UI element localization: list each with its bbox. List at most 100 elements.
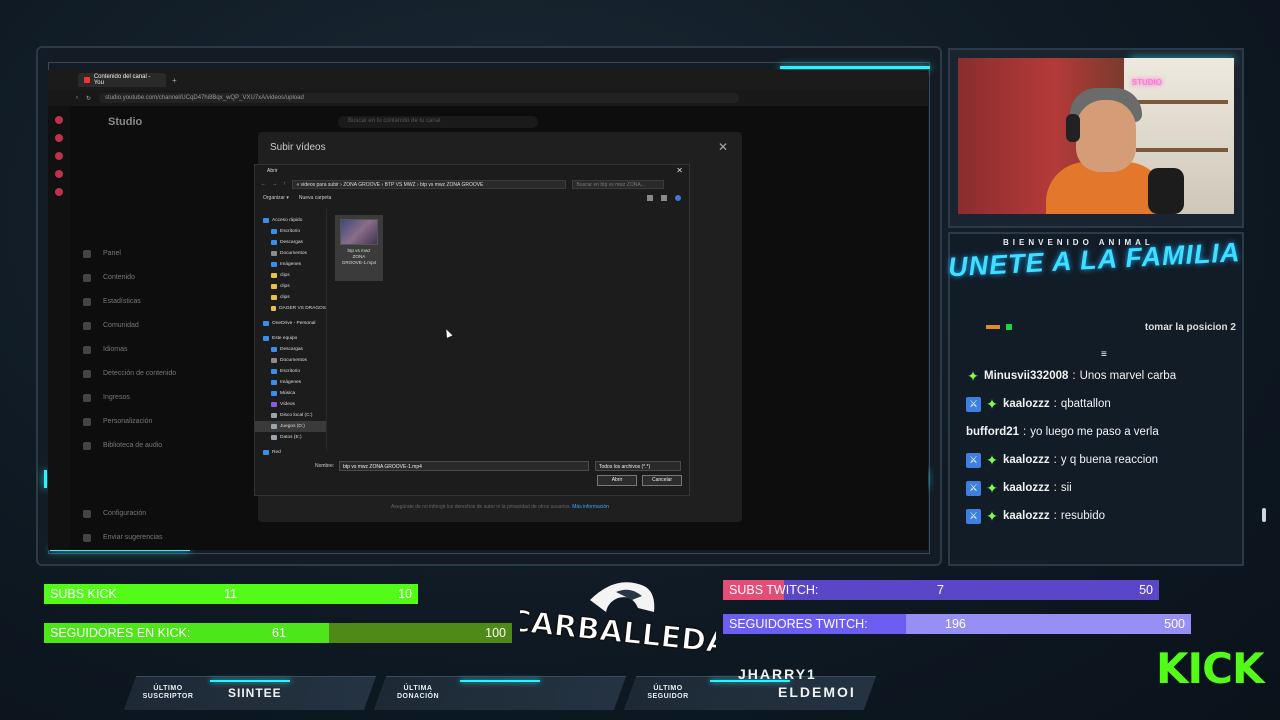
brand-text: CARBALLEDA bbox=[520, 604, 716, 662]
organize-button[interactable]: Organizar ▾ bbox=[263, 195, 289, 201]
nav-tree-item[interactable]: Este equipo bbox=[255, 333, 326, 344]
view-options-icon[interactable] bbox=[647, 195, 653, 201]
nav-tree-item[interactable]: Descargas bbox=[255, 344, 326, 355]
folder-icon bbox=[271, 229, 277, 234]
studio-menu-item[interactable]: Contenido bbox=[83, 274, 176, 282]
back-arrow-icon[interactable]: ← bbox=[261, 181, 266, 187]
nav-tree-item[interactable]: Escritorio bbox=[255, 366, 326, 377]
dialog-nav-bar: ← → ↑ « videos para subir › ZONA GROOVE … bbox=[255, 177, 689, 191]
studio-menu-label: Detección de contenido bbox=[103, 370, 177, 377]
scrollbar[interactable] bbox=[1262, 508, 1266, 522]
dialog-path-field[interactable]: « videos para subir › ZONA GROOVE › BTP … bbox=[291, 179, 566, 189]
nav-tree-item[interactable]: Imágenes bbox=[255, 377, 326, 388]
filetype-select[interactable]: Todos los archivos (*.*) bbox=[595, 461, 681, 471]
studio-menu-item[interactable]: Estadísticas bbox=[83, 298, 176, 306]
dialog-search-input[interactable]: Buscar en btp vs mwz ZONA... bbox=[571, 179, 664, 189]
scroll-down-icon[interactable]: ≡ bbox=[1101, 349, 1107, 360]
last-follower-label-1: ÚLTIMO bbox=[653, 685, 683, 692]
kick-logo: KICK bbox=[1156, 644, 1265, 693]
nav-tree-item[interactable]: OneDrive - Personal bbox=[255, 318, 326, 329]
nav-tree-item[interactable]: clips bbox=[255, 292, 326, 303]
video-file-tile[interactable]: btp vs mwz ZONA GROOVE-1.mp4 bbox=[335, 215, 383, 281]
moderator-badge-icon: ⚔ bbox=[966, 452, 981, 468]
more-info-link[interactable]: Más información bbox=[572, 504, 609, 510]
forward-arrow-icon[interactable]: → bbox=[272, 181, 277, 187]
last-sub-label: ÚLTIMO SUSCRIPTOR bbox=[138, 685, 198, 701]
nav-tree-label: Imágenes bbox=[280, 262, 302, 267]
studio-menu-item[interactable]: Comunidad bbox=[83, 322, 176, 330]
nav-tree-label: Escritorio bbox=[280, 229, 300, 234]
nav-tree-item[interactable]: Descargas bbox=[255, 237, 326, 248]
up-arrow-icon[interactable]: ↑ bbox=[283, 181, 286, 187]
nav-tree-item[interactable]: Escritorio bbox=[255, 226, 326, 237]
nav-tree-label: Acceso rápido bbox=[272, 218, 303, 223]
studio-menu-item[interactable]: Detección de contenido bbox=[83, 370, 176, 378]
studio-menu-item[interactable]: Biblioteca de audio bbox=[83, 442, 176, 450]
open-button[interactable]: Abrir bbox=[597, 475, 637, 486]
nav-tree-label: Música bbox=[280, 391, 296, 396]
studio-search-input[interactable]: Buscar en tu contenido de tu canal bbox=[338, 116, 538, 128]
studio-menu-label: Contenido bbox=[103, 274, 135, 281]
dialog-toolbar: Organizar ▾ Nueva carpeta bbox=[255, 191, 689, 205]
browser-tab[interactable]: Contenido del canal - You bbox=[78, 73, 166, 87]
new-folder-button[interactable]: Nueva carpeta bbox=[299, 195, 332, 201]
folder-icon bbox=[271, 251, 277, 256]
reload-icon[interactable]: ↻ bbox=[86, 95, 91, 102]
filename-label: Nombre: bbox=[315, 463, 335, 469]
filename-input[interactable]: btp vs mwz ZONA GROOVE-1.mp4 bbox=[339, 461, 589, 471]
folder-icon bbox=[263, 336, 269, 341]
last-donation-label-2: DONACIÓN bbox=[396, 693, 440, 700]
studio-logo[interactable]: Studio bbox=[108, 116, 142, 128]
nav-tree-item[interactable]: Documentos bbox=[255, 248, 326, 259]
last-follower-label-2: SEGUIDOR bbox=[647, 693, 689, 700]
nav-tree-item[interactable]: Imágenes bbox=[255, 259, 326, 270]
followers-kick-goal: 100 bbox=[485, 626, 506, 640]
chat-username[interactable]: kaalozzz bbox=[1003, 482, 1050, 494]
close-icon[interactable]: ✕ bbox=[718, 140, 728, 154]
studio-menu-item[interactable]: Configuración bbox=[83, 510, 176, 518]
chat-message: ⚔ ✦ kaalozzz: qbattallon bbox=[966, 390, 1246, 418]
dialog-close-icon[interactable]: ✕ bbox=[676, 166, 683, 175]
nav-tree-item[interactable]: Documentos bbox=[255, 355, 326, 366]
nav-tree-item[interactable]: Disco local (C:) bbox=[255, 410, 326, 421]
menu-item-icon bbox=[83, 370, 91, 378]
studio-menu-item[interactable]: Panel bbox=[83, 250, 176, 258]
chat-cutoff-text: tomar la posicion 2 bbox=[1144, 322, 1236, 333]
frame-accent-left bbox=[44, 470, 47, 488]
followers-kick-current: 61 bbox=[272, 626, 286, 640]
menu-item-icon bbox=[83, 274, 91, 282]
nav-tree-item[interactable]: DAGER VS DRAGOS bbox=[255, 303, 326, 314]
help-icon[interactable] bbox=[675, 195, 681, 201]
nav-tree-item[interactable]: clips bbox=[255, 270, 326, 281]
nav-tree-label: clips bbox=[280, 273, 290, 278]
followers-kick-label: SEGUIDORES EN KICK: bbox=[50, 626, 191, 640]
nav-tree-item[interactable]: Datos (E:) bbox=[255, 432, 326, 443]
new-tab-icon[interactable]: + bbox=[172, 76, 177, 85]
moderator-badge-icon: ⚔ bbox=[966, 508, 981, 524]
chat-username[interactable]: bufford21 bbox=[966, 426, 1019, 438]
nav-tree-item[interactable]: Juegos (D:) bbox=[255, 421, 326, 432]
subs-twitch-current: 7 bbox=[937, 583, 944, 597]
nav-tree-item[interactable]: Acceso rápido bbox=[255, 215, 326, 226]
nav-tree-item[interactable]: Música bbox=[255, 388, 326, 399]
chat-username[interactable]: kaalozzz bbox=[1003, 454, 1050, 466]
frame-accent-top bbox=[780, 66, 930, 69]
nav-tree-item[interactable]: clips bbox=[255, 281, 326, 292]
studio-menu-item[interactable]: Ingresos bbox=[83, 394, 176, 402]
cancel-button[interactable]: Cancelar bbox=[642, 475, 682, 486]
chat-username[interactable]: kaalozzz bbox=[1003, 398, 1050, 410]
preview-pane-icon[interactable] bbox=[661, 195, 667, 201]
nav-tree-item[interactable]: Vídeos bbox=[255, 399, 326, 410]
studio-menu-item[interactable]: Idiomas bbox=[83, 346, 176, 354]
chat-username[interactable]: Minusvii332008 bbox=[984, 370, 1068, 382]
url-field[interactable]: studio.youtube.com/channel/UCqD47hi8Bqx_… bbox=[99, 93, 740, 103]
chat-username[interactable]: kaalozzz bbox=[1003, 510, 1050, 522]
subs-kick-bar: SUBS KICK 11 10 bbox=[44, 584, 418, 604]
studio-menu-item[interactable]: Enviar sugerencias bbox=[83, 534, 176, 542]
menu-item-icon bbox=[83, 346, 91, 354]
studio-menu-label: Panel bbox=[103, 250, 121, 257]
subs-twitch-label: SUBS TWITCH: bbox=[729, 583, 819, 597]
back-icon[interactable]: ‹ bbox=[76, 95, 78, 101]
studio-menu-item[interactable]: Personalización bbox=[83, 418, 176, 426]
microphone-icon bbox=[1148, 168, 1184, 214]
